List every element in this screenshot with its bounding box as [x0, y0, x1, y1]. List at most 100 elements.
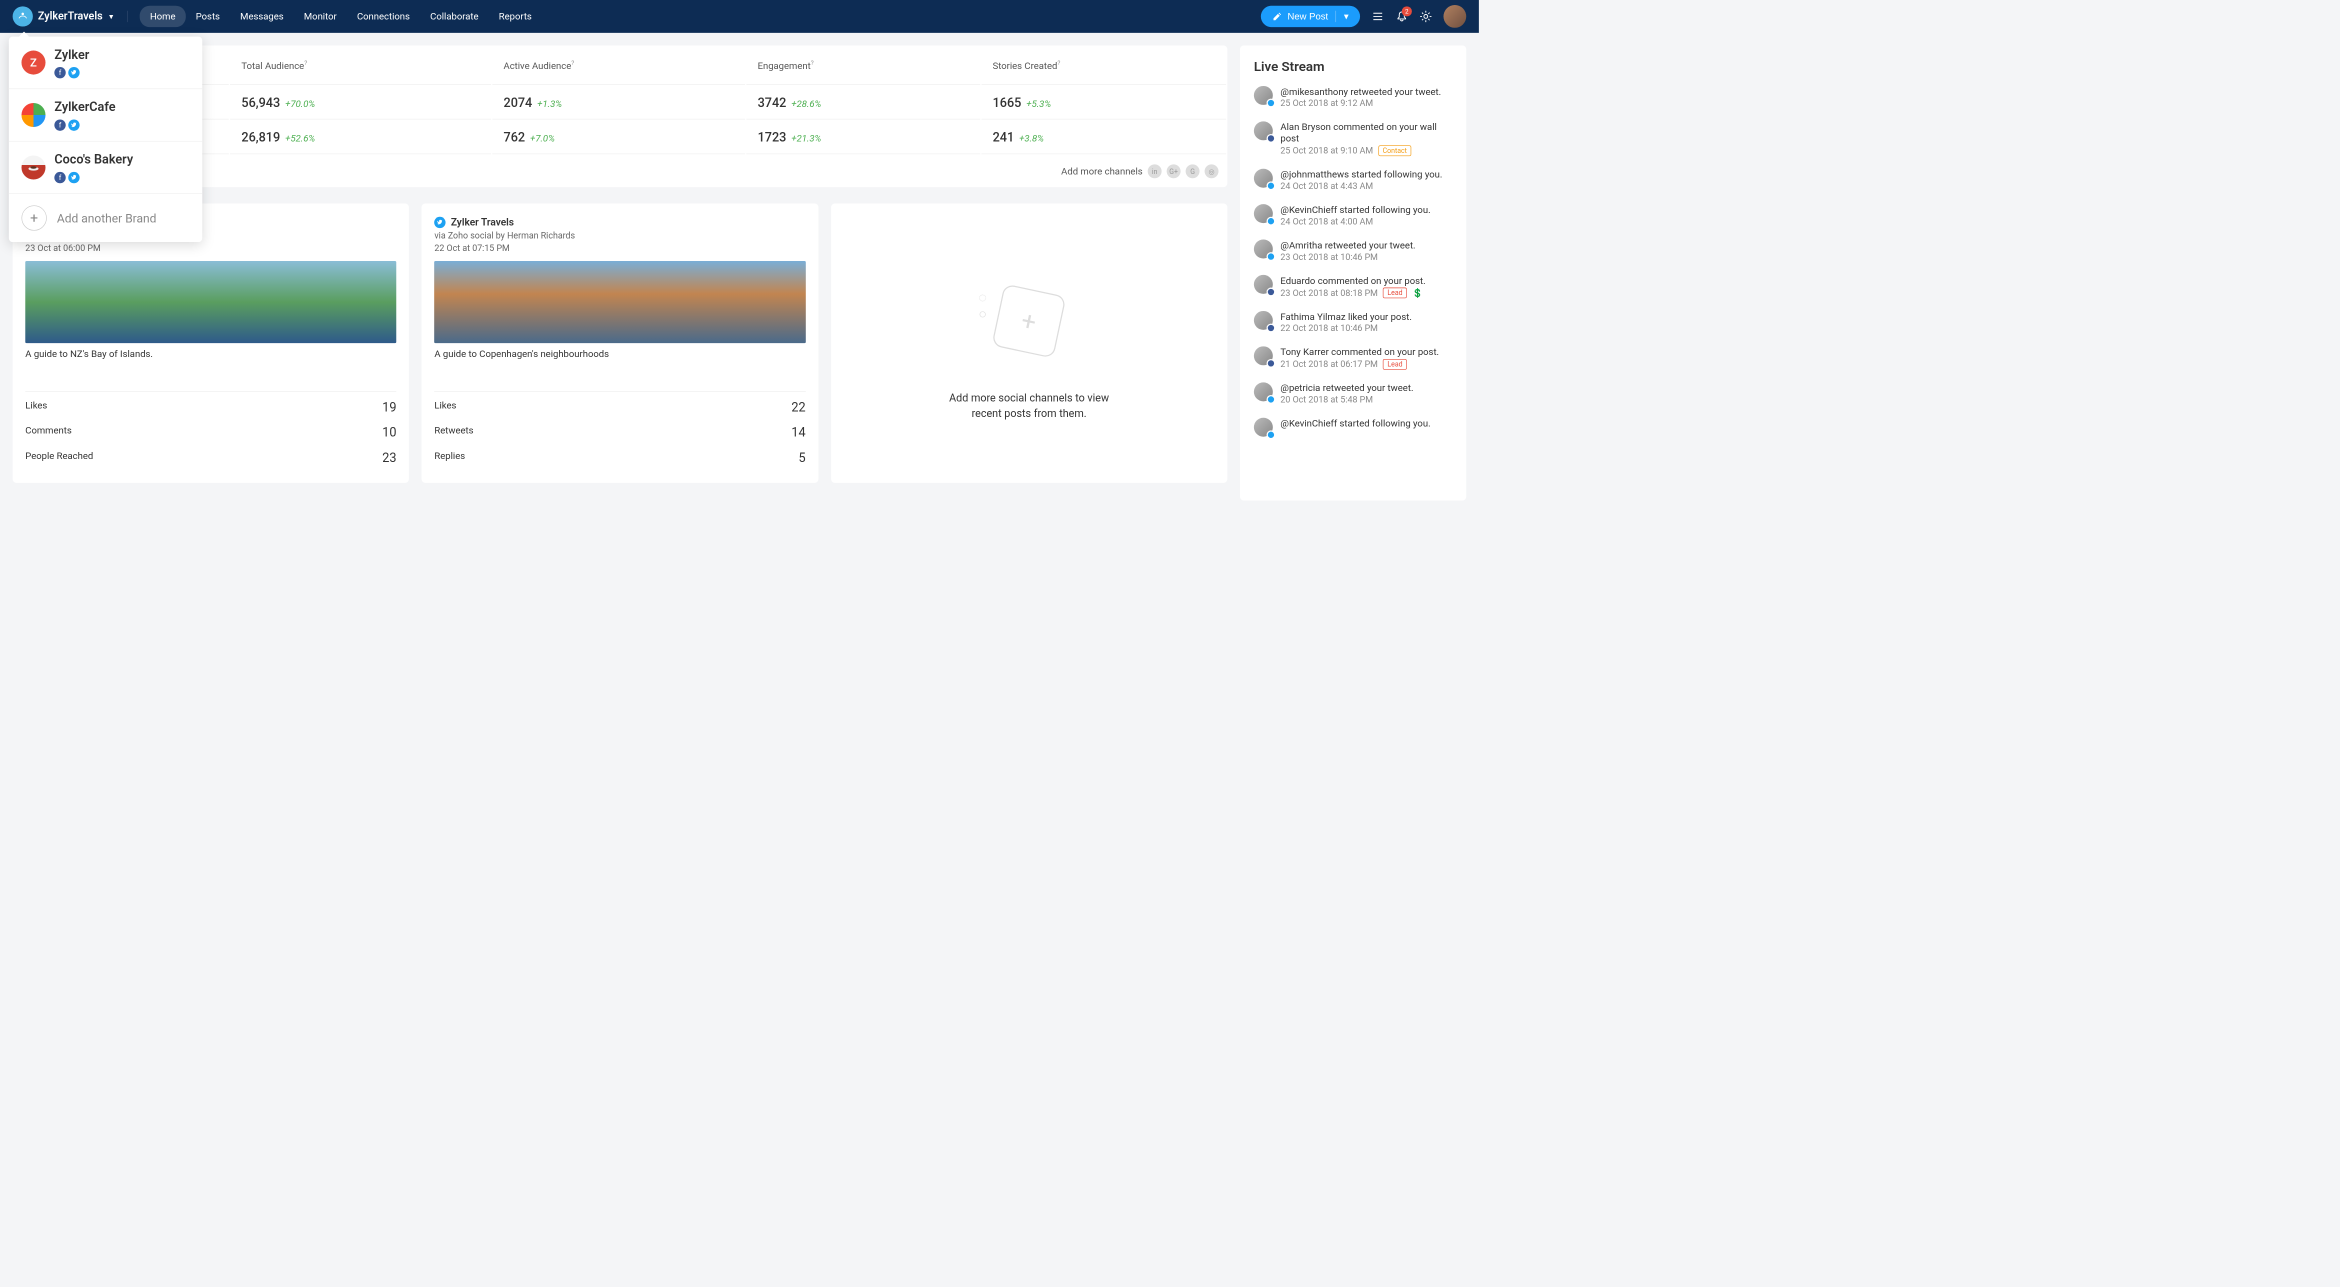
stream-item[interactable]: Eduardo commented on your post.23 Oct 20… [1254, 275, 1452, 298]
bell-icon[interactable]: 2 [1395, 10, 1408, 23]
new-post-caret-icon[interactable]: ▾ [1336, 11, 1349, 22]
brand-item-zylkercafe[interactable]: ZylkerCafe f [9, 89, 202, 141]
brand-switcher[interactable]: ZylkerTravels ▼ [13, 6, 115, 26]
stream-message: Fathima Yilmaz liked your post. [1280, 311, 1452, 322]
nav-home[interactable]: Home [140, 6, 186, 27]
twitter-icon [68, 172, 79, 183]
stream-item[interactable]: Alan Bryson commented on your wall post2… [1254, 121, 1452, 156]
facebook-icon: f [54, 119, 65, 130]
stream-date: 23 Oct 2018 at 10:46 PM [1280, 252, 1452, 262]
brand-avatar-zylker: Z [21, 51, 45, 75]
brand-item-cocosbakery[interactable]: Coco's Bakery f [9, 142, 202, 194]
stream-message: @petricia retweeted your tweet. [1280, 382, 1452, 393]
stream-item[interactable]: Tony Karrer commented on your post. 21 Oc… [1254, 346, 1452, 369]
stat-value: 2074 [504, 95, 533, 110]
brand-name-label: ZylkerCafe [54, 99, 115, 114]
post-date: 23 Oct at 06:00 PM [25, 243, 396, 253]
nav-posts[interactable]: Posts [186, 6, 230, 27]
add-channels-label: Add more channels [1061, 166, 1142, 177]
stat-pct: +70.0% [285, 98, 315, 109]
brand-name-label: Coco's Bakery [54, 152, 133, 167]
stream-avatar [1254, 121, 1273, 140]
nav-monitor[interactable]: Monitor [294, 6, 347, 27]
main-content: Total Audience? Active Audience? Engagem… [0, 33, 1479, 513]
stream-message: @KevinChieff started following you. [1280, 204, 1452, 215]
stream-message: @mikesanthony retweeted your tweet. [1280, 86, 1452, 97]
brand-logo-icon [13, 6, 33, 26]
post-metrics: Likes19 Comments10 People Reached23 [25, 391, 396, 470]
stream-date: 20 Oct 2018 at 5:48 PM [1280, 395, 1452, 405]
stream-message: @Amritha retweeted your tweet. [1280, 240, 1452, 251]
stream-date: 24 Oct 2018 at 4:00 AM [1280, 217, 1452, 227]
stats-header: Engagement [758, 60, 811, 71]
facebook-badge-icon [1267, 288, 1276, 297]
brand-item-zylker[interactable]: Z Zylker f [9, 37, 202, 89]
stream-item[interactable]: @petricia retweeted your tweet. 20 Oct 20… [1254, 382, 1452, 405]
plus-icon: + [21, 205, 46, 230]
stat-pct: +52.6% [285, 133, 315, 144]
live-stream-panel: Live Stream @mikesanthony retweeted your… [1240, 46, 1466, 501]
googleplus-icon[interactable]: G+ [1167, 164, 1181, 178]
stream-avatar [1254, 346, 1273, 365]
brand-name-label: Zylker [54, 47, 89, 62]
new-post-button[interactable]: New Post ▾ [1261, 6, 1360, 27]
stream-item[interactable]: @Amritha retweeted your tweet.23 Oct 201… [1254, 240, 1452, 263]
metric-label: Likes [434, 399, 456, 414]
metric-label: Replies [434, 450, 465, 465]
metric-label: Likes [25, 399, 47, 414]
google-icon[interactable]: G [1186, 164, 1200, 178]
stat-pct: +28.6% [791, 98, 821, 109]
stat-value: 241 [993, 130, 1015, 145]
stream-date: 21 Oct 2018 at 06:17 PMLead [1280, 359, 1452, 370]
stream-avatar [1254, 240, 1273, 259]
empty-post-card[interactable]: ◌○ + Add more social channels to view re… [831, 204, 1227, 483]
stream-date: 25 Oct 2018 at 9:12 AM [1280, 99, 1452, 109]
stream-date: 22 Oct 2018 at 10:46 PM [1280, 324, 1452, 334]
stat-pct: +21.3% [791, 133, 821, 144]
chevron-down-icon: ▼ [108, 12, 115, 20]
twitter-badge-icon [1267, 395, 1276, 404]
linkedin-icon[interactable]: in [1148, 164, 1162, 178]
help-icon[interactable]: ? [1057, 60, 1060, 67]
stream-avatar [1254, 418, 1273, 437]
post-image [25, 261, 396, 343]
nav-collaborate[interactable]: Collaborate [420, 6, 489, 27]
stream-message: @johnmatthews started following you. [1280, 169, 1452, 180]
stat-value: 26,819 [241, 130, 280, 145]
add-brand-button[interactable]: + Add another Brand [9, 194, 202, 242]
stream-item[interactable]: Fathima Yilmaz liked your post. 22 Oct 20… [1254, 311, 1452, 334]
instagram-icon[interactable]: ◎ [1205, 164, 1219, 178]
stream-message: Tony Karrer commented on your post. [1280, 346, 1452, 357]
posts-row: f Zylker Travels via Zoho social by Tony… [13, 204, 1228, 483]
nav-connections[interactable]: Connections [347, 6, 420, 27]
stat-pct: +7.0% [530, 133, 555, 144]
topbar: ZylkerTravels ▼ Home Posts Messages Moni… [0, 0, 1479, 33]
stream-item[interactable]: @johnmatthews started following you.24 O… [1254, 169, 1452, 192]
nav-reports[interactable]: Reports [489, 6, 542, 27]
nav-messages[interactable]: Messages [230, 6, 294, 27]
pencil-icon [1272, 11, 1282, 21]
stream-message: @KevinChieff started following you. [1280, 418, 1452, 429]
user-avatar[interactable] [1443, 5, 1466, 28]
gear-icon[interactable] [1419, 10, 1432, 23]
stat-pct: +3.8% [1019, 133, 1044, 144]
help-icon[interactable]: ? [571, 60, 574, 67]
twitter-badge-icon [1267, 252, 1276, 261]
metric-value: 5 [798, 450, 805, 465]
stream-avatar [1254, 311, 1273, 330]
lead-tag: Lead [1383, 359, 1407, 370]
lead-money-icon: 💲 [1412, 288, 1423, 298]
help-icon[interactable]: ? [304, 60, 307, 67]
post-caption: A guide to NZ's Bay of Islands. [25, 348, 396, 359]
lead-tag: Lead [1383, 288, 1407, 299]
help-icon[interactable]: ? [811, 60, 814, 67]
list-icon[interactable] [1371, 10, 1384, 23]
stream-item[interactable]: @mikesanthony retweeted your tweet. 25 Oc… [1254, 86, 1452, 109]
stream-date: 25 Oct 2018 at 9:10 AMContact [1280, 145, 1452, 156]
stream-item[interactable]: @KevinChieff started following you. [1254, 418, 1452, 437]
stream-avatar [1254, 275, 1273, 294]
metric-value: 14 [791, 425, 805, 440]
brand-name: ZylkerTravels [38, 10, 103, 23]
stream-avatar [1254, 86, 1273, 105]
stream-item[interactable]: @KevinChieff started following you. 24 Oc… [1254, 204, 1452, 227]
